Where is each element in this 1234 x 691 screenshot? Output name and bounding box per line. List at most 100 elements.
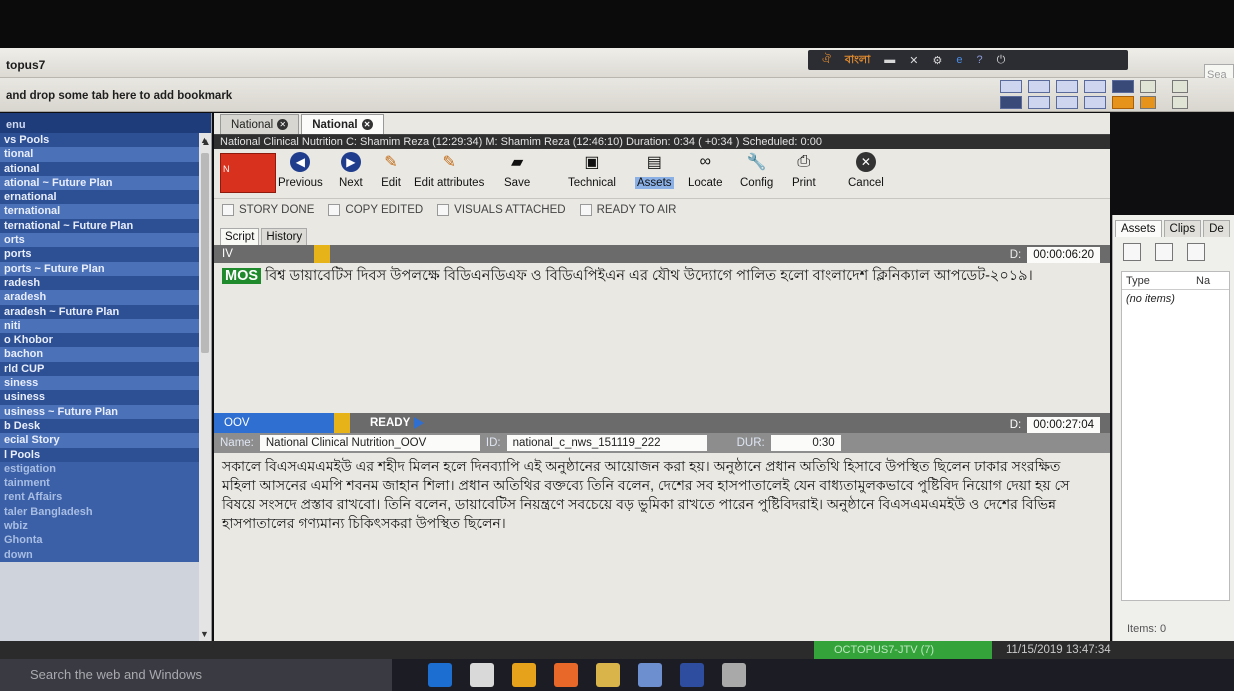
sidebar-item[interactable]: tainment bbox=[0, 476, 211, 491]
notepad-icon[interactable] bbox=[722, 663, 746, 687]
play-icon[interactable] bbox=[414, 417, 424, 429]
sidebar-item[interactable]: ernational bbox=[0, 190, 211, 205]
sidebar-item[interactable]: rent Affairs bbox=[0, 490, 211, 505]
layout-rows-icon[interactable] bbox=[1028, 80, 1050, 93]
octopus-icon[interactable] bbox=[680, 663, 704, 687]
ready-to-air-checkbox[interactable]: READY TO AIR bbox=[579, 204, 676, 216]
sidebar-item[interactable]: ational bbox=[0, 161, 211, 176]
sidebar-item[interactable]: usiness ~ Future Plan bbox=[0, 404, 211, 419]
store-icon[interactable] bbox=[470, 663, 494, 687]
sidebar-scrollbar[interactable]: ▲ ▼ bbox=[199, 133, 211, 641]
sidebar-item[interactable]: ational ~ Future Plan bbox=[0, 175, 211, 191]
new-document-icon[interactable] bbox=[1123, 243, 1141, 261]
help-icon[interactable]: ? bbox=[977, 54, 983, 66]
save-button[interactable]: ▰ Save bbox=[504, 151, 530, 189]
tab-history[interactable]: History bbox=[261, 228, 308, 245]
filter-icon[interactable] bbox=[1000, 96, 1022, 109]
scroll-down-icon[interactable]: ▼ bbox=[200, 629, 209, 639]
collapse-icon[interactable]: ▲ bbox=[201, 137, 211, 148]
cancel-button[interactable]: ✕ Cancel bbox=[848, 151, 884, 189]
oov-name-field[interactable]: National Clinical Nutrition_OOV bbox=[259, 435, 480, 451]
edit-button[interactable]: ✎ Edit bbox=[380, 151, 402, 189]
language-indicator[interactable]: বাংলা bbox=[845, 51, 870, 70]
tab-clips[interactable]: Clips bbox=[1163, 220, 1202, 237]
story-done-checkbox[interactable]: STORY DONE bbox=[222, 204, 314, 216]
file-explorer-icon[interactable] bbox=[596, 663, 620, 687]
close-tools-icon[interactable] bbox=[1112, 96, 1134, 109]
sidebar-item[interactable]: down bbox=[0, 547, 211, 562]
sidebar-item[interactable]: Ghonta bbox=[0, 533, 211, 548]
find-icon[interactable] bbox=[1056, 96, 1078, 109]
tab-national-1[interactable]: National ✕ bbox=[220, 114, 300, 134]
sidebar-item[interactable]: siness bbox=[0, 376, 211, 391]
sidebar-item[interactable]: aradesh bbox=[0, 290, 211, 305]
iv-script-text[interactable]: MOS বিশ্ব ডায়াবেটিস দিবস উপলক্ষে বিডিএনড… bbox=[214, 263, 1110, 413]
sidebar-item[interactable]: orts bbox=[0, 233, 211, 248]
technical-button[interactable]: ▣ Technical bbox=[568, 151, 616, 189]
add-icon[interactable] bbox=[1172, 96, 1188, 109]
sidebar-item[interactable]: ports bbox=[0, 247, 211, 262]
print-button[interactable]: ⎙ Print bbox=[792, 151, 816, 189]
column-type[interactable]: Type bbox=[1122, 272, 1192, 289]
sidebar-item[interactable]: ecial Story bbox=[0, 433, 211, 448]
sidebar-item[interactable]: taler Bangladesh bbox=[0, 504, 211, 520]
tab-script[interactable]: Script bbox=[220, 228, 260, 245]
sidebar-item[interactable]: ternational ~ Future Plan bbox=[0, 218, 211, 234]
sidebar-item[interactable]: b Desk bbox=[0, 418, 211, 434]
sidebar-item[interactable]: ternational bbox=[0, 204, 211, 219]
layout-columns-icon[interactable] bbox=[1056, 80, 1078, 93]
oov-dur-field[interactable]: 0:30 bbox=[770, 435, 841, 451]
sidebar-item[interactable]: vs Pools bbox=[0, 133, 211, 148]
folder-icon[interactable] bbox=[1028, 96, 1050, 109]
layout-split-icon[interactable] bbox=[1084, 80, 1106, 93]
scroll-thumb[interactable] bbox=[201, 153, 209, 353]
browser-icon[interactable]: e bbox=[956, 54, 962, 66]
power-icon[interactable]: ⏻ bbox=[997, 54, 1006, 67]
assets-button[interactable]: ▤ Assets bbox=[635, 151, 674, 189]
column-name[interactable]: Na bbox=[1192, 272, 1214, 289]
next-button[interactable]: ▶ Next bbox=[339, 151, 363, 189]
tab-national-2[interactable]: National ✕ bbox=[301, 114, 384, 134]
sidebar-item[interactable]: estigation bbox=[0, 461, 211, 477]
firefox-icon[interactable] bbox=[554, 663, 578, 687]
pin-icon[interactable]: ✕ bbox=[909, 54, 918, 67]
sidebar-item[interactable]: aradesh ~ Future Plan bbox=[0, 304, 211, 319]
minimize-icon[interactable]: ▬ bbox=[884, 54, 895, 66]
sidebar-item[interactable]: l Pools bbox=[0, 447, 211, 462]
settings-icon[interactable]: ⚙ bbox=[933, 54, 943, 67]
locate-button[interactable]: ∞ Locate bbox=[688, 151, 723, 189]
copy-edited-checkbox[interactable]: COPY EDITED bbox=[328, 204, 423, 216]
tab-assets[interactable]: Assets bbox=[1115, 220, 1162, 237]
oov-id-field[interactable]: national_c_nws_151119_222 bbox=[506, 435, 707, 451]
app-icon[interactable] bbox=[638, 663, 662, 687]
edit-attributes-button[interactable]: ✎ Edit attributes bbox=[414, 151, 484, 189]
visuals-attached-checkbox[interactable]: VISUALS ATTACHED bbox=[437, 204, 566, 216]
heart-icon[interactable] bbox=[1140, 96, 1156, 109]
sidebar-item[interactable]: radesh bbox=[0, 275, 211, 291]
sidebar-item[interactable]: ports ~ Future Plan bbox=[0, 261, 211, 276]
vlc-icon[interactable] bbox=[512, 663, 536, 687]
sidebar-item[interactable]: rld CUP bbox=[0, 361, 211, 377]
taskbar-search[interactable]: Search the web and Windows bbox=[0, 659, 392, 691]
list-view-icon[interactable] bbox=[1140, 80, 1156, 93]
sidebar-item[interactable]: usiness bbox=[0, 390, 211, 405]
previous-button[interactable]: ◀ Previous bbox=[278, 151, 323, 189]
notes-icon[interactable] bbox=[1172, 80, 1188, 93]
save-icon[interactable] bbox=[1187, 243, 1205, 261]
config-button[interactable]: 🔧 Config bbox=[740, 151, 773, 189]
edge-icon[interactable] bbox=[428, 663, 452, 687]
layout-full-icon[interactable] bbox=[1112, 80, 1134, 93]
network-icon[interactable] bbox=[1084, 96, 1106, 109]
close-tab-icon[interactable]: ✕ bbox=[361, 119, 373, 130]
sidebar-item[interactable]: tional bbox=[0, 147, 211, 162]
tab-de[interactable]: De bbox=[1203, 220, 1230, 237]
tray-icon[interactable]: ঐ bbox=[822, 51, 831, 70]
list-view-icon[interactable] bbox=[1155, 243, 1173, 261]
oov-script-text[interactable]: সকালে বিএসএমএমইউ এর শহীদ মিলন হলে দিনব্য… bbox=[214, 453, 1094, 537]
close-tab-icon[interactable]: ✕ bbox=[277, 119, 289, 130]
sidebar-item[interactable]: bachon bbox=[0, 347, 211, 362]
sidebar-item[interactable]: niti bbox=[0, 318, 211, 334]
sidebar-item[interactable]: wbiz bbox=[0, 519, 211, 534]
sidebar-item[interactable]: o Khobor bbox=[0, 333, 211, 348]
layout-grid-icon[interactable] bbox=[1000, 80, 1022, 93]
